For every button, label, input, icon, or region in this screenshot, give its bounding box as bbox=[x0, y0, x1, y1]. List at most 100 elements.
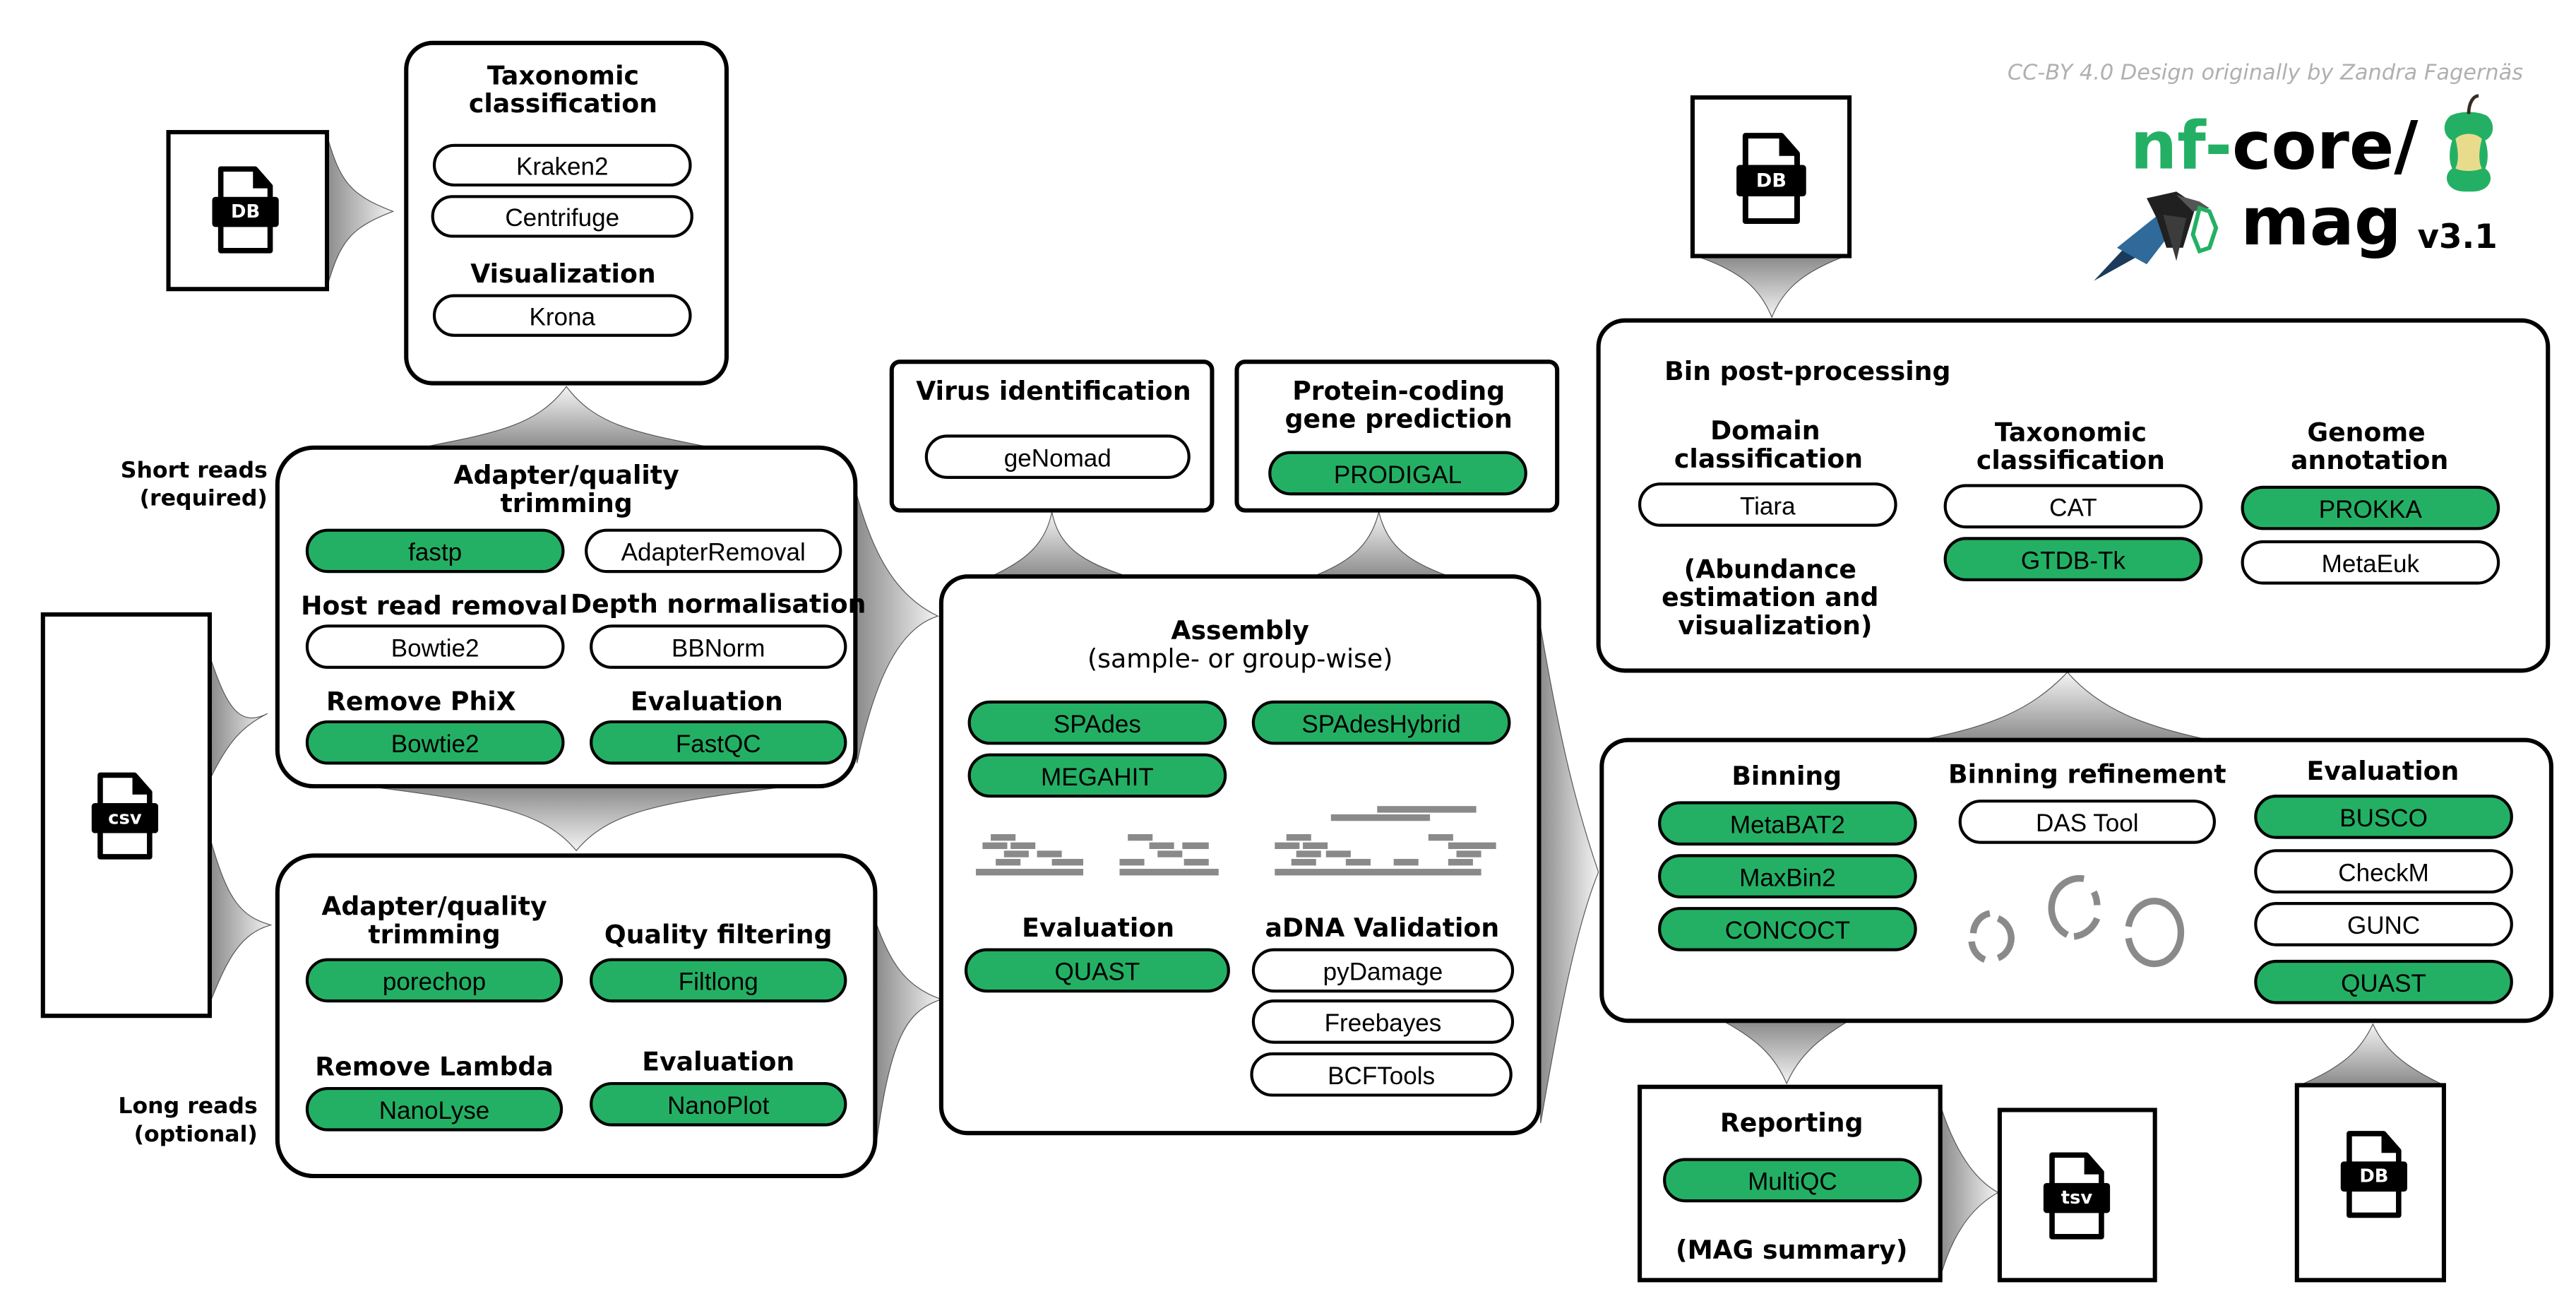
csv-file-icon: csv bbox=[92, 775, 158, 857]
virus-identification-box: Virus identification geNomad bbox=[889, 360, 1215, 513]
tool-dastool[interactable]: DAS Tool bbox=[1958, 800, 2216, 844]
svg-text:csv: csv bbox=[108, 807, 142, 829]
reporting-box: Reporting MultiQC (MAG summary) bbox=[1638, 1084, 1943, 1283]
tool-metabat2[interactable]: MetaBAT2 bbox=[1658, 801, 1917, 846]
tool-label: Filtlong bbox=[679, 968, 758, 996]
taxonomy-title-line2: classification bbox=[469, 88, 657, 119]
credit-text: CC-BY 4.0 Design originally by Zandra Fa… bbox=[2008, 60, 2523, 85]
db-file-busco: DB bbox=[2294, 1083, 2446, 1283]
tool-label: GTDB-Tk bbox=[2021, 547, 2125, 574]
tool-freebayes[interactable]: Freebayes bbox=[1251, 999, 1515, 1044]
tool-label: Freebayes bbox=[1325, 1009, 1442, 1037]
logo-version: v3.1 bbox=[2418, 218, 2498, 256]
depth-normalisation-title: Depth normalisation bbox=[571, 589, 866, 619]
bin-taxonomy-title-line2: classification bbox=[1976, 445, 2165, 475]
tool-label: QUAST bbox=[2341, 970, 2426, 997]
tool-spadeshybrid[interactable]: SPAdesHybrid bbox=[1251, 700, 1511, 745]
short-reads-label-line1: Short reads bbox=[121, 458, 268, 483]
sr-trimming-title-line2: trimming bbox=[500, 488, 632, 518]
bin-taxonomy-title-line1: Taxonomic bbox=[1995, 417, 2147, 447]
tool-megahit[interactable]: MEGAHIT bbox=[967, 753, 1227, 798]
tool-nanolyse[interactable]: NanoLyse bbox=[305, 1086, 564, 1132]
tsv-file-icon: tsv bbox=[2044, 1155, 2110, 1237]
connector-shortreads-to-taxonomy bbox=[421, 386, 712, 449]
tool-label: SPAdesHybrid bbox=[1301, 711, 1460, 738]
tool-label: Tiara bbox=[1740, 492, 1796, 520]
tool-porechop[interactable]: porechop bbox=[305, 958, 564, 1003]
tool-label: BBNorm bbox=[672, 634, 765, 662]
nf-core-mag-logo: nf-core/ mag v3.1 bbox=[2094, 94, 2498, 281]
tsv-file-output: tsv bbox=[1997, 1108, 2157, 1283]
tool-spades[interactable]: SPAdes bbox=[967, 700, 1227, 745]
connector-csv-to-shortreads bbox=[210, 660, 268, 777]
tool-centrifuge[interactable]: Centrifuge bbox=[431, 195, 693, 238]
tool-label: GUNC bbox=[2347, 912, 2420, 939]
tool-label: Bowtie2 bbox=[391, 730, 479, 758]
assembly-box: Assembly (sample- or group-wise) SPAdes … bbox=[938, 574, 1542, 1136]
tool-quast-assembly[interactable]: QUAST bbox=[964, 948, 1230, 993]
tool-label: SPAdes bbox=[1054, 711, 1141, 738]
tool-gtdbtk[interactable]: GTDB-Tk bbox=[1943, 537, 2203, 581]
apple-core-icon bbox=[2444, 94, 2493, 192]
connector-shortreads-to-assembly bbox=[857, 495, 939, 764]
binning-box: Binning MetaBAT2 MaxBin2 CONCOCT Binning… bbox=[1599, 737, 2553, 1023]
reporting-title: Reporting bbox=[1720, 1108, 1864, 1138]
short-reads-label-line2: (required) bbox=[140, 486, 268, 511]
tool-prokka[interactable]: PROKKA bbox=[2241, 485, 2500, 530]
tool-checkm[interactable]: CheckM bbox=[2254, 849, 2513, 894]
tool-prodigal[interactable]: PRODIGAL bbox=[1268, 451, 1527, 496]
tool-bowtie2-host[interactable]: Bowtie2 bbox=[305, 624, 565, 669]
tool-label: Bowtie2 bbox=[391, 634, 479, 662]
tool-pydamage[interactable]: pyDamage bbox=[1251, 948, 1515, 993]
tool-multiqc[interactable]: MultiQC bbox=[1663, 1158, 1922, 1203]
tool-label: MetaEuk bbox=[2322, 550, 2420, 578]
tool-label: fastp bbox=[408, 539, 462, 566]
tool-krona[interactable]: Krona bbox=[432, 294, 692, 337]
tool-busco[interactable]: BUSCO bbox=[2254, 795, 2513, 839]
tool-label: FastQC bbox=[676, 730, 761, 758]
tool-bcftools[interactable]: BCFTools bbox=[1250, 1052, 1513, 1097]
tool-maxbin2[interactable]: MaxBin2 bbox=[1658, 854, 1917, 898]
connector-assembly-to-protein bbox=[1312, 511, 1450, 577]
tool-gunc[interactable]: GUNC bbox=[2254, 902, 2513, 946]
logo-core: core/ bbox=[2232, 108, 2419, 185]
connector-db-to-binning bbox=[2303, 1023, 2441, 1084]
tool-label: AdapterRemoval bbox=[621, 539, 806, 566]
pipeline-diagram: CC-BY 4.0 Design originally by Zandra Fa… bbox=[40, 40, 2553, 1283]
tool-genomad[interactable]: geNomad bbox=[924, 434, 1191, 479]
long-reads-label-line1: Long reads bbox=[118, 1093, 257, 1119]
binning-title: Binning bbox=[1731, 761, 1842, 791]
tool-label: CONCOCT bbox=[1725, 917, 1850, 944]
tool-concoct[interactable]: CONCOCT bbox=[1658, 907, 1917, 951]
tool-adapterremoval[interactable]: AdapterRemoval bbox=[585, 528, 842, 574]
tool-tiara[interactable]: Tiara bbox=[1638, 482, 1897, 527]
mag-summary-note: (MAG summary) bbox=[1676, 1235, 1907, 1265]
tool-bowtie2-phix[interactable]: Bowtie2 bbox=[305, 720, 565, 765]
abundance-note-line3: visualization) bbox=[1678, 610, 1872, 641]
tool-bbnorm[interactable]: BBNorm bbox=[590, 624, 847, 669]
binning-evaluation-title: Evaluation bbox=[2306, 756, 2459, 786]
tool-nanoplot[interactable]: NanoPlot bbox=[590, 1081, 847, 1127]
connector-binning-to-postprocessing bbox=[1920, 671, 2210, 741]
tool-cat[interactable]: CAT bbox=[1943, 484, 2203, 529]
tool-label: PROKKA bbox=[2319, 496, 2423, 523]
domain-classification-title-line2: classification bbox=[1674, 444, 1863, 474]
sr-evaluation-title: Evaluation bbox=[631, 687, 783, 717]
db-file-gtdb: DB bbox=[1690, 95, 1852, 259]
tool-fastqc[interactable]: FastQC bbox=[590, 720, 847, 765]
tool-label: QUAST bbox=[1055, 958, 1140, 986]
domain-classification-title-line1: Domain bbox=[1710, 415, 1820, 446]
connector-db-to-taxonomy bbox=[326, 135, 395, 288]
tool-filtlong[interactable]: Filtlong bbox=[590, 958, 847, 1003]
genome-annotation-title-line1: Genome bbox=[2307, 417, 2425, 447]
tool-quast-bins[interactable]: QUAST bbox=[2254, 959, 2513, 1004]
assembly-title: Assembly bbox=[1171, 615, 1309, 646]
quality-filtering-title: Quality filtering bbox=[604, 919, 833, 949]
connector-assembly-to-binning bbox=[1540, 627, 1599, 1124]
tool-metaeuk[interactable]: MetaEuk bbox=[2241, 540, 2500, 585]
assembly-subtitle: (sample- or group-wise) bbox=[1087, 643, 1393, 674]
tool-label: CAT bbox=[2049, 494, 2097, 522]
svg-text:DB: DB bbox=[231, 201, 260, 222]
tool-kraken2[interactable]: Kraken2 bbox=[432, 143, 692, 187]
tool-fastp[interactable]: fastp bbox=[305, 528, 565, 574]
